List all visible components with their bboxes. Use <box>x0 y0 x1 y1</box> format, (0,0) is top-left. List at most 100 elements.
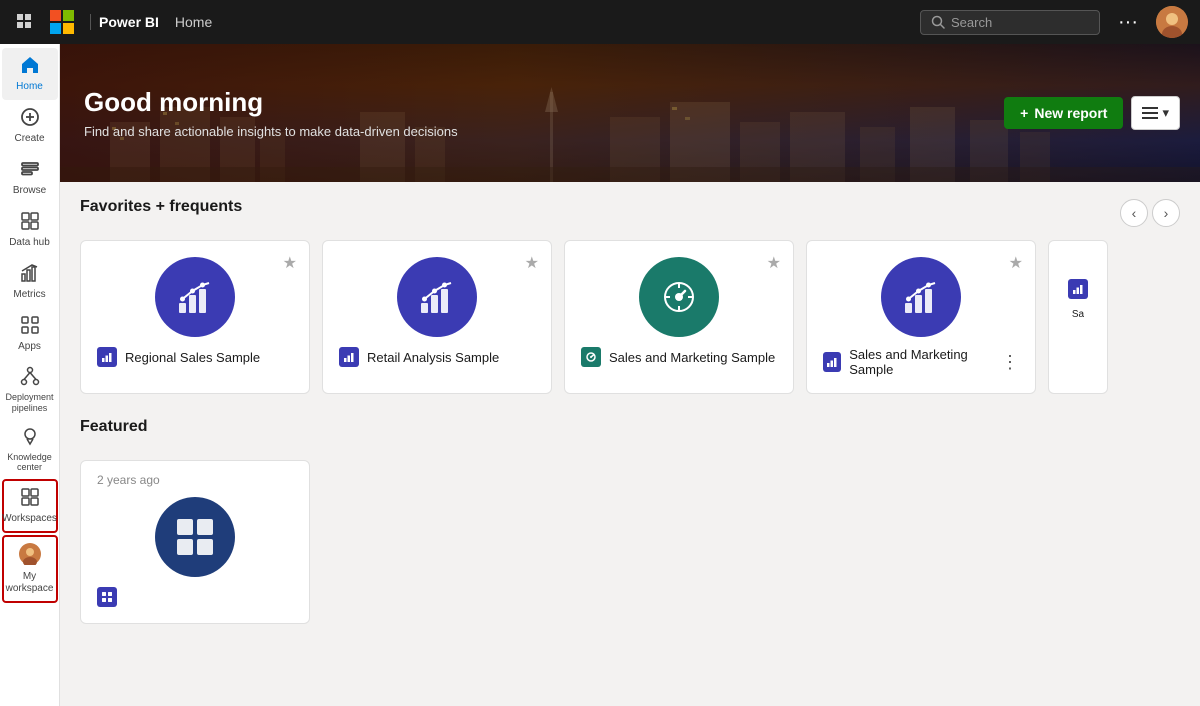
star-icon[interactable]: ★ <box>1009 253 1023 273</box>
favorites-header: Favorites + frequents ‹ › <box>80 198 1180 228</box>
page-name: Home <box>175 14 212 30</box>
nav-next-button[interactable]: › <box>1152 199 1180 227</box>
card-icon-circle <box>639 257 719 337</box>
card-name: Sales and Marketing Sample <box>609 350 775 365</box>
sidebar-item-create[interactable]: Create <box>2 100 58 152</box>
sidebar-item-label: Create <box>14 133 44 145</box>
badge-icon <box>826 356 838 368</box>
star-icon[interactable]: ★ <box>283 253 297 273</box>
featured-section: Featured 2 years ago <box>60 402 1200 632</box>
report-icon <box>899 275 943 319</box>
sidebar-item-label: Metrics <box>13 289 45 301</box>
card-footer-left: Sales and Marketing Sample <box>581 347 775 367</box>
sidebar-item-label: Browse <box>13 185 46 197</box>
microsoft-logo <box>50 10 74 34</box>
knowledge-icon <box>20 426 40 449</box>
sidebar-item-browse[interactable]: Browse <box>2 152 58 204</box>
card-footer: Sales and Marketing Sample ⋮ <box>823 347 1019 377</box>
card-name-partial: Sa <box>1072 309 1084 320</box>
card-name: Regional Sales Sample <box>125 350 260 365</box>
badge-icon <box>585 351 597 363</box>
card-partial[interactable]: Sa <box>1048 240 1108 394</box>
featured-dashboard-icon <box>173 515 217 559</box>
datahub-icon <box>20 211 40 234</box>
card-sales-marketing-2[interactable]: ★ <box>806 240 1036 394</box>
apps-grid-icon[interactable] <box>12 9 38 35</box>
sidebar-item-metrics[interactable]: Metrics <box>2 256 58 308</box>
card-footer: Retail Analysis Sample <box>339 347 535 367</box>
card-footer: Regional Sales Sample <box>97 347 293 367</box>
featured-card-1[interactable]: 2 years ago <box>80 460 310 624</box>
browse-icon <box>20 159 40 182</box>
badge-icon <box>343 351 355 363</box>
new-report-button[interactable]: + New report <box>1004 97 1123 129</box>
card-retail-analysis[interactable]: ★ <box>322 240 552 394</box>
card-sales-marketing-1[interactable]: ★ <box>564 240 794 394</box>
sidebar-item-datahub[interactable]: Data hub <box>2 204 58 256</box>
topbar: Power BI Home ··· <box>0 0 1200 44</box>
card-icon-circle <box>881 257 961 337</box>
sidebar-item-label: Apps <box>18 341 41 353</box>
sidebar-item-workspaces[interactable]: Workspaces <box>2 479 58 533</box>
card-icon-circle <box>155 257 235 337</box>
home-icon <box>20 55 40 78</box>
featured-title: Featured <box>80 418 148 436</box>
report-icon <box>173 275 217 319</box>
card-type-badge <box>823 352 841 372</box>
hero-title: Good morning <box>84 87 980 118</box>
featured-cards-row: 2 years ago <box>80 460 1180 624</box>
more-options-icon[interactable]: ··· <box>1112 9 1144 36</box>
dashboard-icon <box>657 275 701 319</box>
card-icon-circle <box>397 257 477 337</box>
new-report-label: New report <box>1034 105 1107 121</box>
sidebar-item-label: Deployment pipelines <box>5 392 53 414</box>
card-type-badge <box>581 347 601 367</box>
nav-prev-button[interactable]: ‹ <box>1120 199 1148 227</box>
badge-icon <box>101 591 113 603</box>
card-regional-sales[interactable]: ★ <box>80 240 310 394</box>
chevron-down-icon: ▾ <box>1162 105 1169 121</box>
card-footer-left <box>97 587 117 607</box>
star-icon[interactable]: ★ <box>767 253 781 273</box>
badge-icon <box>101 351 113 363</box>
product-name: Power BI <box>90 14 159 30</box>
list-view-icon <box>1142 107 1158 119</box>
card-footer-left: Regional Sales Sample <box>97 347 260 367</box>
hero-actions: + New report ▾ <box>1004 96 1200 130</box>
plus-icon: + <box>1020 105 1028 121</box>
featured-card-icon <box>155 497 235 577</box>
sidebar-item-knowledge[interactable]: Knowledge center <box>2 420 58 480</box>
content-area: Good morning Find and share actionable i… <box>60 44 1200 706</box>
avatar-image <box>1156 6 1188 38</box>
metrics-icon <box>20 263 40 286</box>
deployment-icon <box>20 366 40 389</box>
sidebar-item-myworkspace[interactable]: My workspace <box>2 535 58 603</box>
user-avatar[interactable] <box>1156 6 1188 38</box>
sidebar-item-apps[interactable]: Apps <box>2 308 58 360</box>
ms-logo-grid <box>50 10 74 34</box>
card-footer <box>97 587 293 607</box>
card-footer-left: Retail Analysis Sample <box>339 347 499 367</box>
card-type-badge-partial <box>1068 279 1088 299</box>
hero-text: Good morning Find and share actionable i… <box>60 67 1004 159</box>
sidebar-item-home[interactable]: Home <box>2 48 58 100</box>
card-type-badge <box>339 347 359 367</box>
favorites-title: Favorites + frequents <box>80 198 242 216</box>
card-type-badge <box>97 587 117 607</box>
sidebar-item-label: Knowledge center <box>6 452 54 474</box>
apps-icon <box>20 315 40 338</box>
sidebar-item-deployment[interactable]: Deployment pipelines <box>2 360 58 420</box>
hero-banner: Good morning Find and share actionable i… <box>60 44 1200 182</box>
star-icon[interactable]: ★ <box>525 253 539 273</box>
card-more-options[interactable]: ⋮ <box>1001 352 1019 373</box>
favorites-nav: ‹ › <box>1120 199 1180 227</box>
featured-header: Featured <box>80 418 1180 448</box>
card-type-badge <box>97 347 117 367</box>
view-toggle-button[interactable]: ▾ <box>1131 96 1180 130</box>
badge-icon <box>1072 283 1084 295</box>
workspaces-icon <box>20 487 40 510</box>
search-box[interactable] <box>920 10 1100 35</box>
search-input[interactable] <box>951 15 1081 30</box>
sidebar: Home Create Browse <box>0 44 60 706</box>
myworkspace-icon <box>19 543 41 568</box>
